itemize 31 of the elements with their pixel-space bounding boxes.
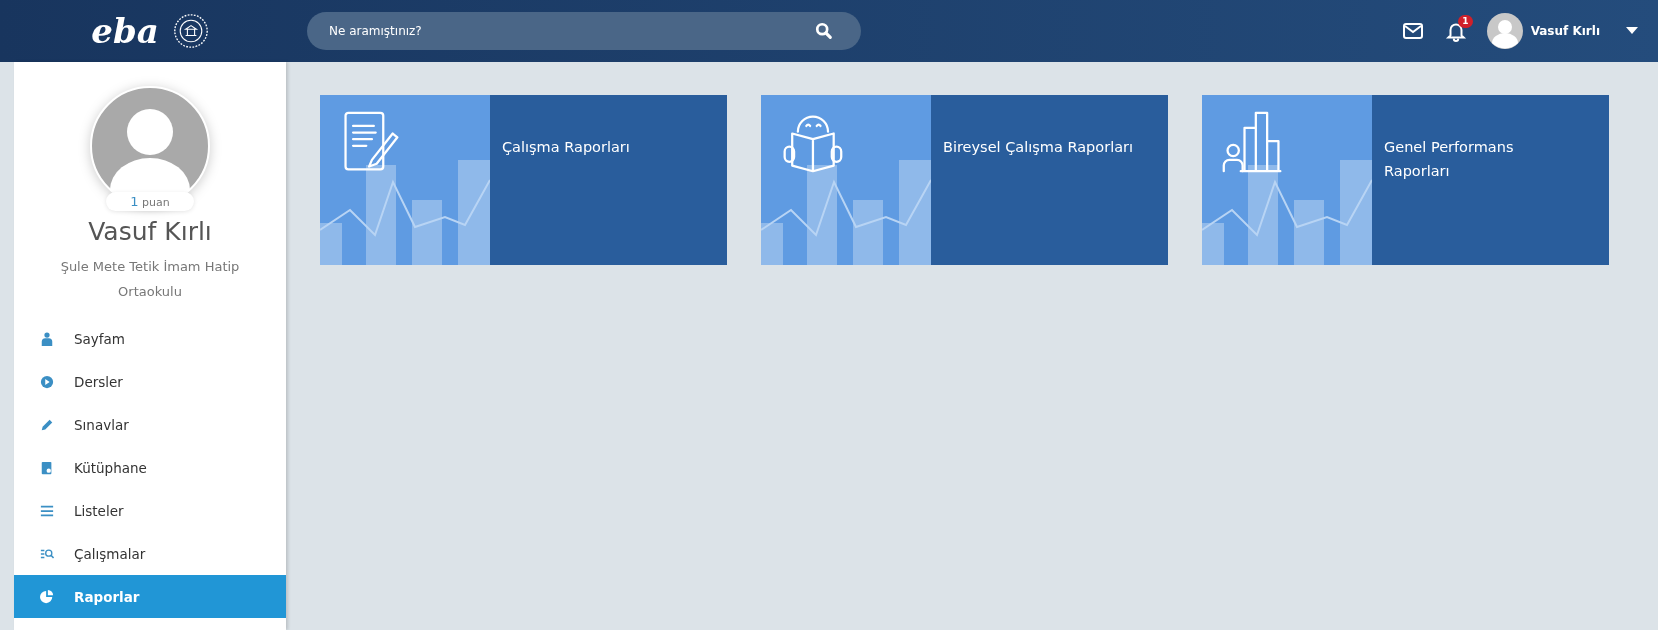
list-icon <box>40 503 54 518</box>
sidebar-item[interactable]: Listeler <box>14 489 286 532</box>
sidebar-item[interactable]: Kütüphane <box>14 446 286 489</box>
card-title: Bireysel Çalışma Raporları <box>942 138 1135 157</box>
search-icon[interactable] <box>815 22 833 40</box>
user-name[interactable]: Vasuf Kırlı <box>1530 24 1600 38</box>
pie-chart-icon <box>40 589 54 604</box>
report-card[interactable]: Bireysel Çalışma Raporları <box>761 95 1168 265</box>
sidebar-item[interactable]: Sınavlar <box>14 403 286 446</box>
caret-icon[interactable] <box>1626 27 1638 35</box>
profile-name: Vasuf Kırlı <box>88 217 212 246</box>
report-card[interactable]: Çalışma Raporları <box>320 95 727 265</box>
pencil-icon <box>40 417 54 432</box>
school-name: Şule Mete Tetik İmam Hatip Ortaokulu <box>59 258 241 301</box>
logo-text[interactable]: eba <box>91 14 159 48</box>
person-icon <box>40 331 54 346</box>
sidebar-item[interactable]: Dersler <box>14 360 286 403</box>
card-title: Çalışma Raporları <box>501 138 631 157</box>
play-icon <box>40 374 54 389</box>
card-title: Genel Performans Raporları <box>1383 138 1515 181</box>
search-list-icon <box>40 546 54 561</box>
search-field[interactable]: Ne aramıştınız? <box>307 12 861 50</box>
sidebar-item[interactable]: Sayfam <box>14 317 286 360</box>
emblem-icon <box>172 13 209 49</box>
book-icon <box>40 460 54 475</box>
notification-badge: 1 <box>1458 15 1473 28</box>
report-card[interactable]: Genel Performans Raporları <box>1202 95 1609 265</box>
sidebar-item[interactable]: Çalışmalar <box>14 532 286 575</box>
avatar-icon[interactable] <box>1486 13 1523 49</box>
points-badge: 1 puan <box>106 192 194 211</box>
mail-icon[interactable] <box>1402 23 1423 39</box>
